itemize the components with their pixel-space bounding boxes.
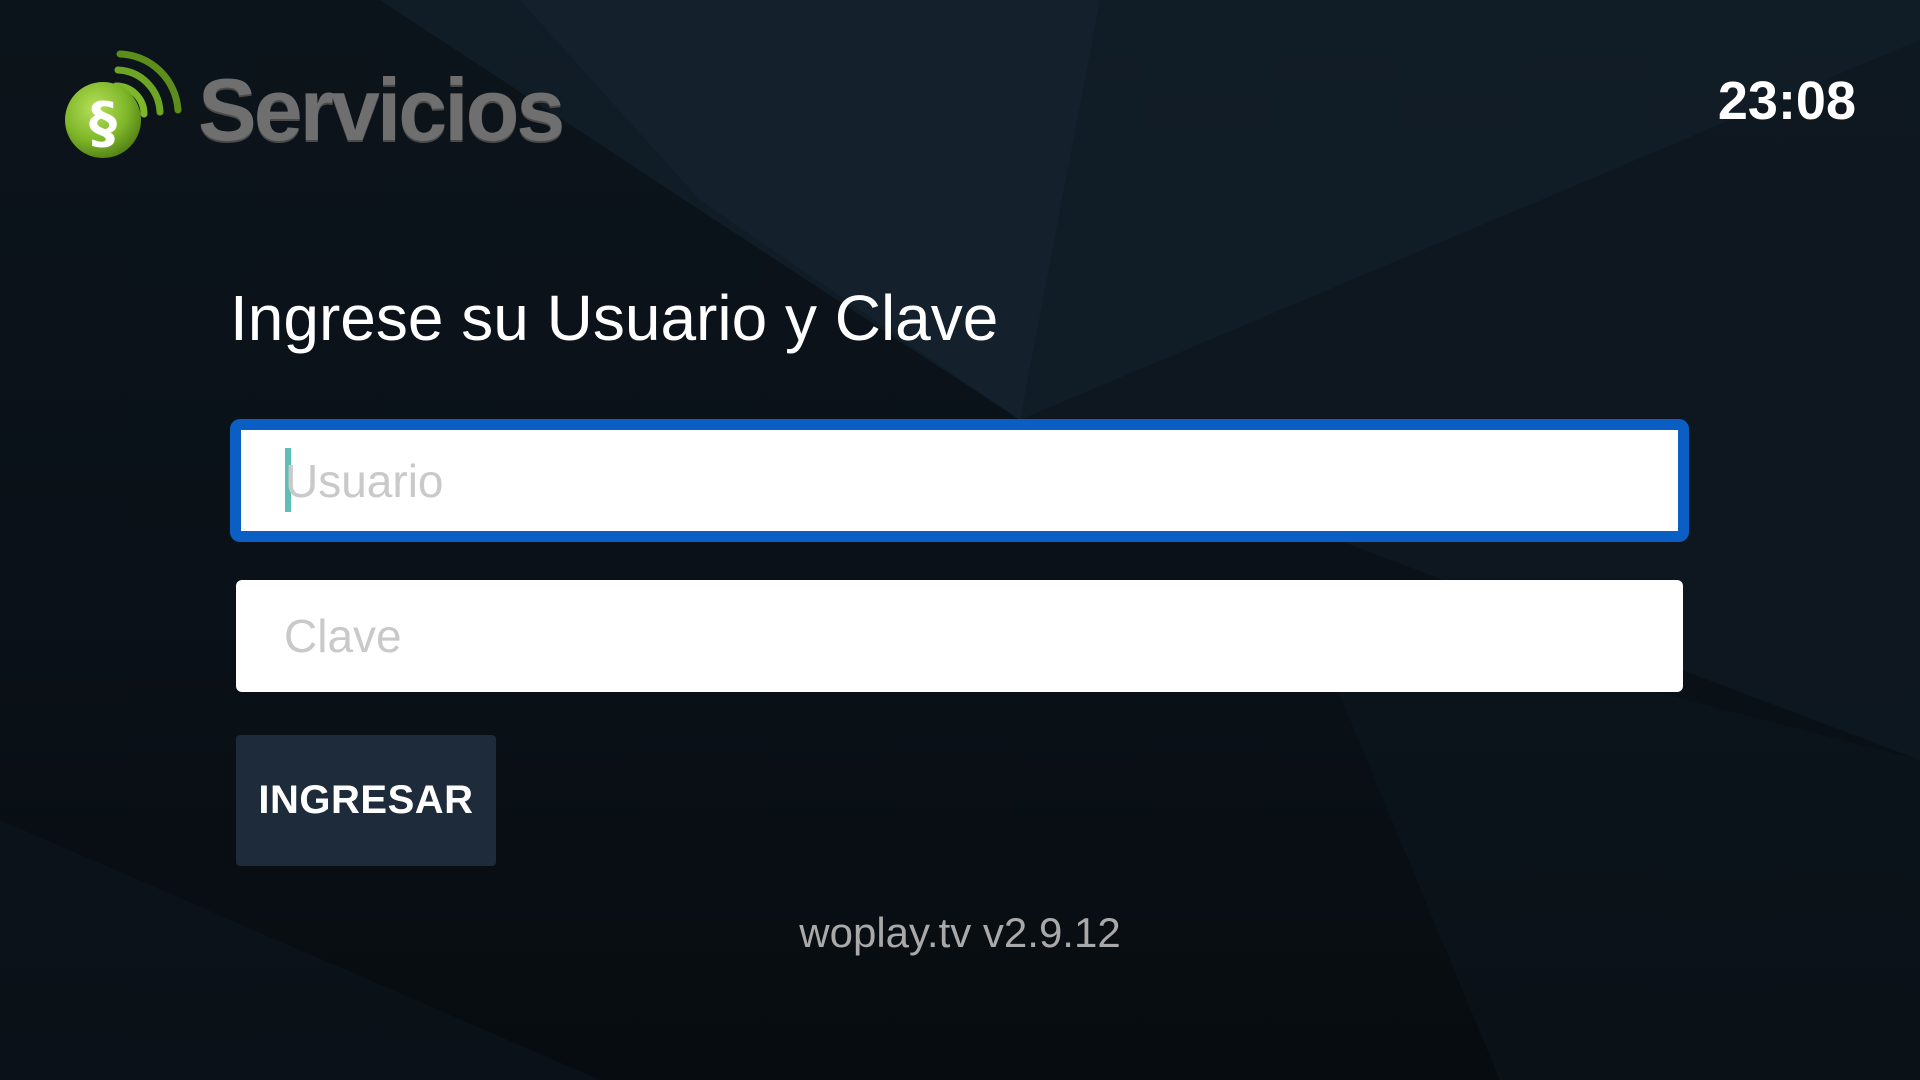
username-placeholder: Usuario: [285, 454, 444, 507]
svg-text:§: §: [89, 91, 117, 156]
login-button[interactable]: INGRESAR: [236, 735, 496, 866]
password-placeholder: Clave: [284, 610, 402, 662]
brand-logo-icon: §: [65, 50, 182, 158]
clock: 23:08: [1717, 71, 1856, 131]
brand-name: Servicios: [198, 60, 565, 159]
password-field[interactable]: Clave: [236, 580, 1683, 692]
login-screen: § Servicios 23:08 Ingrese su Usuario y C…: [0, 0, 1920, 1080]
page-title: Ingrese su Usuario y Clave: [230, 282, 999, 354]
version-label: woplay.tv v2.9.12: [799, 909, 1121, 956]
username-field[interactable]: Usuario: [230, 419, 1689, 542]
brand-logo: § Servicios: [58, 44, 598, 164]
